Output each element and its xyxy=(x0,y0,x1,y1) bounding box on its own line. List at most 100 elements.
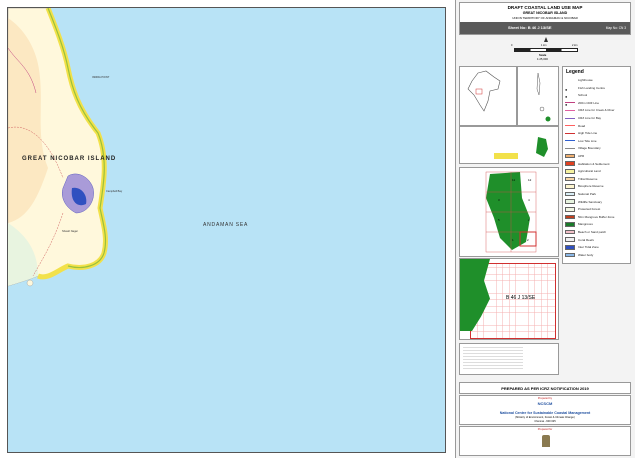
legend-swatch: ● xyxy=(565,102,568,108)
prepared-by: Prepared by xyxy=(537,397,553,400)
notes-block xyxy=(459,343,559,375)
legend-label: APR xyxy=(578,154,585,159)
scale-bar xyxy=(514,48,578,52)
legend-label: Fish Landing Centre xyxy=(578,85,606,90)
index-grid xyxy=(485,171,537,253)
legend-label: CRZ Line for Bay xyxy=(578,116,602,121)
approval-block: Prepared for xyxy=(459,426,631,456)
location-inset xyxy=(459,66,517,126)
india-outline xyxy=(467,70,501,112)
legend-label: Beach or Sand patch xyxy=(578,230,607,235)
legend-swatch xyxy=(565,207,575,212)
islands-outline xyxy=(536,72,551,122)
legend-item: National Park xyxy=(565,191,596,197)
sea-label: ANDAMAN SEA xyxy=(203,222,249,228)
north-arrow-icon xyxy=(544,37,548,42)
org-block: Prepared by NCSCM National Centre for Su… xyxy=(459,395,631,425)
legend-item: Wildlife Sanctuary xyxy=(565,199,602,205)
legend-label: Tribal Reserve xyxy=(578,176,598,181)
approved-by: Prepared for xyxy=(537,428,553,431)
legend-label: Habitation & Settlement xyxy=(578,161,610,166)
legend-swatch xyxy=(565,176,575,182)
org-city: Chennai - 600 025 xyxy=(534,420,556,423)
legend-swatch xyxy=(565,184,575,189)
legend-label: Road xyxy=(578,123,586,128)
map-area: GREAT NICOBAR ISLAND ANDAMAN SEA INDIRA … xyxy=(0,0,452,458)
legend-label: Inter Tidal Zone xyxy=(578,245,599,250)
legend-swatch xyxy=(565,229,575,235)
legend-item: Low Tide Line xyxy=(565,138,597,144)
legend-label: Low Tide Line xyxy=(578,138,597,143)
legend-swatch xyxy=(565,117,575,119)
legend-label: Coral Reefs xyxy=(578,237,594,242)
org-name: National Centre for Sustainable Coastal … xyxy=(499,411,591,415)
sheet-number: Sheet No: B 46 J 13/SE xyxy=(508,25,552,30)
legend-swatch xyxy=(565,161,575,166)
territory-name: UNION TERRITORY OF ANDAMAN & NICOBAR xyxy=(512,16,578,20)
map-number: Map No: CN 3 xyxy=(605,25,626,30)
index-grid-number: 12 xyxy=(528,178,532,182)
legend-swatch xyxy=(565,109,575,111)
legend-title: Legend xyxy=(566,69,584,75)
index-grid-number: 2 xyxy=(527,238,529,242)
legend-item: Beach or Sand patch xyxy=(565,229,606,235)
legend-label: High Tide Line xyxy=(578,131,598,136)
legend-swatch xyxy=(565,125,575,127)
org-logo-text: NCSCM xyxy=(537,401,553,406)
scale-tick-0: 0 xyxy=(511,44,513,47)
notes-lines xyxy=(463,347,523,371)
index-grid-number: 2 xyxy=(528,218,530,222)
sheet-label: B 46 J 13/SE xyxy=(506,295,536,301)
legend-item: ● Fish Landing Centre xyxy=(565,85,606,100)
legend-item: Biosphere Reserve xyxy=(565,183,604,189)
scale-tick-1: 1 km xyxy=(541,44,547,47)
legend-block: Legend ● Lighthouse ● Fish Landing Centre ● S… xyxy=(562,66,631,264)
legend-swatch xyxy=(565,191,575,197)
legend-item: CRZ Line for Creek & River xyxy=(565,107,615,113)
index-grid-number: 1 xyxy=(512,238,514,242)
legend-item: Road xyxy=(565,123,585,129)
legend-item: Village Boundary xyxy=(565,145,601,151)
islet xyxy=(26,279,34,287)
legend-item: Mangroves xyxy=(565,221,593,227)
index-grid-number: 3 xyxy=(498,198,500,202)
map-frame[interactable]: GREAT NICOBAR ISLAND ANDAMAN SEA INDIRA … xyxy=(7,7,446,453)
notification-text: PREPARED AS PER ICRZ NOTIFICATION 2019 xyxy=(501,386,589,391)
index-grid-number: 5 xyxy=(498,218,500,222)
scale-tick-2: 2 km xyxy=(572,44,578,47)
legend-item: ● School xyxy=(565,92,588,108)
legend-swatch xyxy=(565,222,575,227)
legend-item: Coral Reefs xyxy=(565,237,594,243)
island-label: GREAT NICOBAR ISLAND xyxy=(22,156,117,162)
legend-label: 200m CRZ Line xyxy=(578,100,600,105)
legend-swatch xyxy=(565,252,575,258)
legend-swatch xyxy=(565,245,575,250)
legend-label: Lighthouse xyxy=(578,78,593,83)
place-label-indira-point: INDIRA POINT xyxy=(92,76,110,79)
legend-swatch xyxy=(565,153,575,159)
legend-item: Agricultural Land xyxy=(565,168,601,174)
legend-label: Mangroves xyxy=(578,222,593,227)
place-label-shastri-nagar: Shastri Nagar xyxy=(62,230,78,233)
legend-label: School xyxy=(578,93,588,98)
legend-label: Biosphere Reserve xyxy=(578,184,604,189)
nicobar-outline xyxy=(494,137,548,159)
nicobar-inset xyxy=(459,126,559,164)
legend-swatch xyxy=(565,237,575,242)
legend-swatch: ● xyxy=(565,94,568,100)
legend-swatch xyxy=(565,169,575,174)
map-title: DRAFT COASTAL LAND USE MAP xyxy=(507,5,583,10)
index-map[interactable]: 11 12 3 4 5 2 1 2 xyxy=(459,167,559,257)
islands-inset xyxy=(517,66,559,126)
scale-block: 0 1 km 2 km Scale 1:25,000 xyxy=(506,37,586,64)
legend-swatch xyxy=(565,132,575,134)
legend-label: National Park xyxy=(578,192,597,197)
legend-label: 50m Mangrove Buffer Zone xyxy=(578,214,615,219)
legend-label: CRZ Line for Creek & River xyxy=(578,108,615,113)
sheet-detail[interactable]: B 46 J 13/SE xyxy=(459,258,559,340)
legend-swatch xyxy=(565,147,575,149)
legend-item: High Tide Line xyxy=(565,130,597,136)
sheet-bar: Sheet No: B 46 J 13/SE Map No: CN 3 xyxy=(460,22,630,34)
legend-swatch: ● xyxy=(565,86,568,92)
place-label-campbell-bay: Campbell Bay xyxy=(106,190,123,193)
